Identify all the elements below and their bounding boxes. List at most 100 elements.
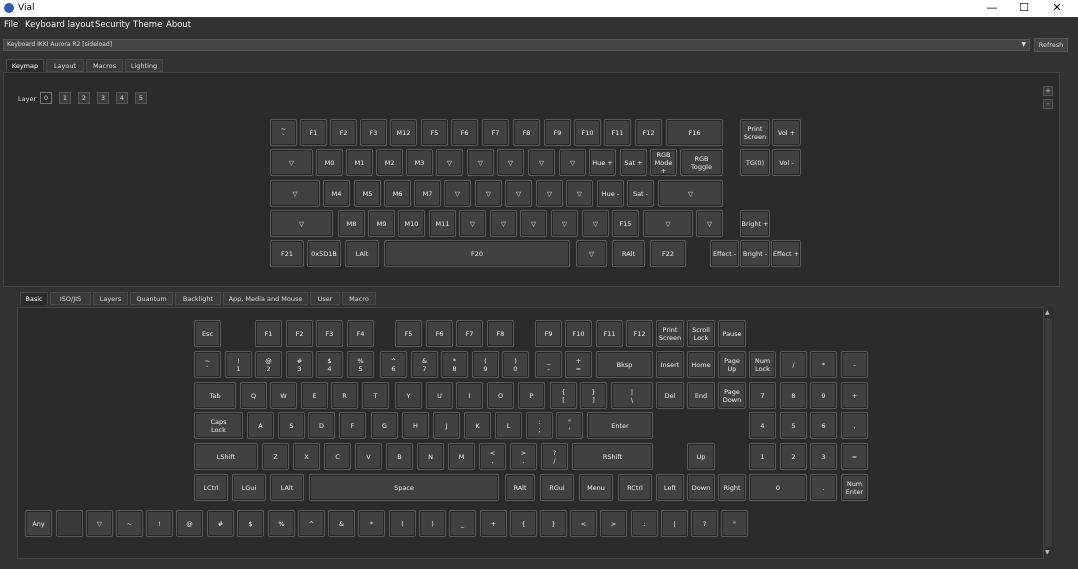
keycode-button-6[interactable]: F6: [426, 320, 453, 347]
keycode-button-104[interactable]: .: [810, 474, 837, 501]
keycode-button-47[interactable]: P: [518, 382, 545, 409]
menu-file[interactable]: File: [4, 20, 18, 30]
keycode-button-22[interactable]: ^ 6: [380, 351, 407, 378]
keymap-key-23[interactable]: ▽: [497, 149, 524, 176]
keycode-button-33[interactable]: Num Lock: [749, 351, 776, 378]
close-button[interactable]: ✕: [1041, 0, 1073, 17]
keycode-button-99[interactable]: RCtrl: [618, 474, 652, 501]
keycode-button-96[interactable]: RAlt: [505, 474, 535, 501]
keycode-button-67[interactable]: L: [495, 412, 522, 439]
menu-security[interactable]: Security: [95, 20, 130, 30]
keycode-button-27[interactable]: _ -: [535, 351, 562, 378]
keycode-button-76[interactable]: Z: [262, 443, 289, 470]
keycode-button-46[interactable]: O: [487, 382, 514, 409]
keycode-button-105[interactable]: Num Enter: [841, 474, 868, 501]
keycode-button-55[interactable]: 8: [780, 382, 807, 409]
keymap-key-32[interactable]: ▽: [270, 180, 320, 207]
keycode-button-12[interactable]: F12: [626, 320, 653, 347]
keymap-key-2[interactable]: F2: [330, 119, 357, 146]
keymap-key-35[interactable]: M6: [384, 180, 411, 207]
keymap-key-64[interactable]: RAlt: [612, 240, 645, 267]
keymap-key-8[interactable]: F8: [513, 119, 540, 146]
layer-button-5[interactable]: 5: [135, 92, 147, 104]
scroll-up-arrow-icon[interactable]: ▲: [1045, 309, 1050, 316]
layer-button-0[interactable]: 0: [40, 92, 52, 104]
keymap-key-20[interactable]: M3: [406, 149, 433, 176]
keycode-button-78[interactable]: C: [324, 443, 351, 470]
keycode-button-80[interactable]: B: [386, 443, 413, 470]
keycode-button-88[interactable]: 1: [749, 443, 776, 470]
keycode-button-121[interactable]: +: [480, 510, 507, 537]
keymap-key-26[interactable]: Hue +: [589, 149, 616, 176]
keycode-button-13[interactable]: Print Screen: [656, 320, 684, 347]
keycode-button-106[interactable]: Any: [25, 510, 52, 537]
keycode-button-120[interactable]: _: [449, 510, 476, 537]
keycode-button-116[interactable]: &: [328, 510, 355, 537]
keymap-key-36[interactable]: M7: [414, 180, 441, 207]
keymap-key-62[interactable]: F20: [384, 240, 570, 267]
keycode-button-28[interactable]: + =: [565, 351, 592, 378]
keycode-button-122[interactable]: {: [510, 510, 537, 537]
keycode-button-41[interactable]: R: [331, 382, 358, 409]
keymap-key-38[interactable]: ▽: [475, 180, 502, 207]
keymap-key-50[interactable]: ▽: [459, 210, 486, 237]
keycode-button-71[interactable]: 4: [749, 412, 776, 439]
keymap-key-27[interactable]: Sat +: [620, 149, 647, 176]
keycode-button-4[interactable]: F4: [347, 320, 374, 347]
keycode-button-68[interactable]: : ;: [526, 412, 553, 439]
keymap-key-51[interactable]: ▽: [490, 210, 517, 237]
keycode-button-51[interactable]: Del: [656, 382, 684, 409]
tab-app-media-mouse[interactable]: App, Media and Mouse: [223, 292, 308, 305]
keycode-button-118[interactable]: (: [389, 510, 416, 537]
keymap-key-58[interactable]: Bright +: [740, 210, 770, 237]
tab-quantum[interactable]: Quantum: [130, 292, 173, 305]
menu-about[interactable]: About: [166, 20, 191, 30]
keycode-button-114[interactable]: %: [268, 510, 295, 537]
keycode-button-53[interactable]: Page Down: [718, 382, 746, 409]
keycode-button-49[interactable]: } ]: [580, 382, 607, 409]
keymap-key-22[interactable]: ▽: [467, 149, 494, 176]
tab-keymap[interactable]: Keymap: [6, 59, 44, 72]
keycode-button-9[interactable]: F9: [535, 320, 562, 347]
tab-macros[interactable]: Macros: [86, 59, 123, 72]
keymap-key-47[interactable]: M9: [368, 210, 395, 237]
keycode-button-94[interactable]: LAlt: [270, 474, 304, 501]
keycode-button-10[interactable]: F10: [565, 320, 592, 347]
keycode-button-69[interactable]: " ': [556, 412, 583, 439]
layer-button-1[interactable]: 1: [59, 92, 71, 104]
keymap-key-48[interactable]: M10: [398, 210, 425, 237]
keymap-key-4[interactable]: M12: [390, 119, 417, 146]
keymap-key-67[interactable]: Bright -: [740, 240, 770, 267]
keycode-button-54[interactable]: 7: [749, 382, 776, 409]
keymap-key-43[interactable]: Sat -: [627, 180, 654, 207]
tab-basic[interactable]: Basic: [20, 292, 48, 305]
keycode-button-98[interactable]: Menu: [579, 474, 613, 501]
keymap-key-41[interactable]: ▽: [566, 180, 593, 207]
keycode-button-87[interactable]: Up: [687, 443, 715, 470]
keycode-button-35[interactable]: *: [810, 351, 837, 378]
keymap-key-19[interactable]: M2: [376, 149, 403, 176]
keymap-key-54[interactable]: ▽: [582, 210, 609, 237]
keymap-key-34[interactable]: M5: [354, 180, 381, 207]
keycode-button-20[interactable]: $ 4: [316, 351, 343, 378]
keycode-button-7[interactable]: F7: [456, 320, 483, 347]
keycode-button-109[interactable]: ~: [116, 510, 143, 537]
keycode-button-11[interactable]: F11: [596, 320, 623, 347]
keycode-button-1[interactable]: F1: [255, 320, 282, 347]
keymap-key-33[interactable]: M4: [323, 180, 350, 207]
keycode-button-63[interactable]: G: [371, 412, 398, 439]
keycode-button-84[interactable]: > .: [510, 443, 537, 470]
zoom-out-button[interactable]: -: [1043, 99, 1053, 109]
keycode-button-79[interactable]: V: [355, 443, 382, 470]
keymap-key-42[interactable]: Hue -: [597, 180, 624, 207]
keycode-button-50[interactable]: | \: [611, 382, 653, 409]
keymap-key-6[interactable]: F6: [451, 119, 478, 146]
keymap-key-14[interactable]: Print Screen: [740, 119, 770, 146]
keycode-button-125[interactable]: >: [600, 510, 627, 537]
tab-layout[interactable]: Layout: [46, 59, 84, 72]
keycode-button-117[interactable]: *: [358, 510, 385, 537]
keycode-button-57[interactable]: +: [841, 382, 868, 409]
keycode-button-129[interactable]: ": [721, 510, 748, 537]
keycode-button-86[interactable]: RShift: [572, 443, 653, 470]
keycode-button-2[interactable]: F2: [286, 320, 313, 347]
